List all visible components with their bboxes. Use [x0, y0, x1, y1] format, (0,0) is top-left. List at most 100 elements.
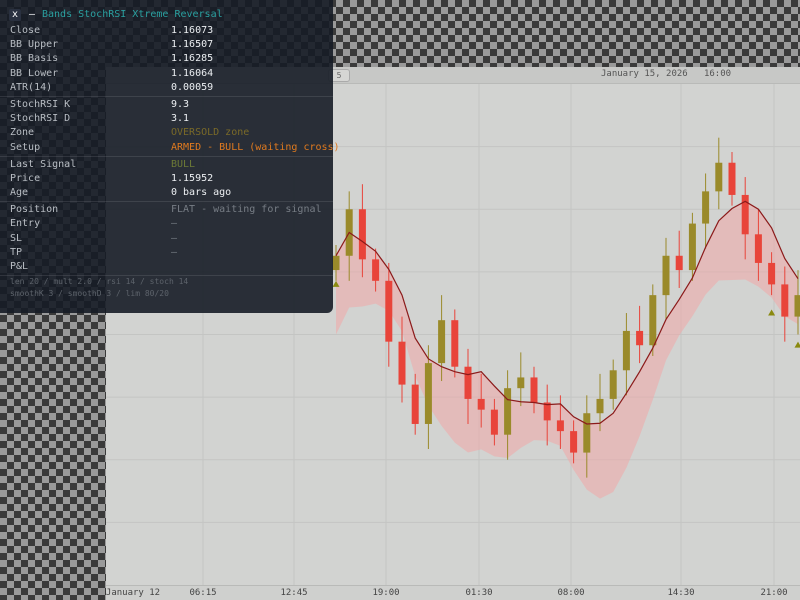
candle-body	[398, 341, 406, 385]
row-value: 0 bars ago	[171, 187, 232, 199]
candle-body	[688, 223, 696, 271]
row-label: Setup	[10, 141, 41, 153]
candle-body	[385, 280, 393, 342]
price-section: Close 1.16073 BB Upper 1.16507 BB Basis 1.1…	[0, 24, 333, 95]
candle-body	[728, 162, 736, 195]
time-tick-label: 12:45	[280, 588, 308, 598]
row-stoch-d: StochRSI D 3.1	[0, 112, 333, 126]
candle-body	[556, 420, 564, 432]
row-value: 1.16064	[171, 67, 214, 79]
row-signal-price: Price 1.15952	[0, 172, 333, 186]
divider	[0, 201, 333, 203]
candle-body	[411, 384, 419, 424]
bull-signal-marker	[794, 341, 800, 348]
row-signal-age: Age 0 bars ago	[0, 186, 333, 200]
candle-body	[451, 320, 459, 367]
candle-body	[636, 330, 644, 346]
row-value: BULL	[171, 158, 196, 170]
candle-body	[490, 409, 498, 435]
row-label: Price	[10, 172, 41, 184]
row-position: Position FLAT - waiting for signal	[0, 203, 333, 217]
row-tp: TP –	[0, 246, 333, 260]
row-value: –	[171, 246, 178, 258]
time-tick-label: 08:00	[557, 588, 585, 598]
candle-body	[358, 209, 366, 260]
candle-body	[477, 398, 485, 410]
row-label: TP	[10, 246, 23, 258]
divider	[0, 275, 333, 277]
row-label: StochRSI K	[10, 98, 71, 110]
candle-body	[754, 234, 762, 263]
row-zone: Zone OVERSOLD zone	[0, 126, 333, 140]
time-tick-label: 19:00	[372, 588, 400, 598]
candle-body	[504, 388, 512, 435]
row-value: 0.00059	[171, 81, 214, 93]
time-tick-label: 06:15	[189, 588, 217, 598]
time-tick-label: 14:30	[667, 588, 695, 598]
row-value: 1.16285	[171, 53, 214, 65]
candle-body	[781, 284, 789, 317]
row-value: FLAT - waiting for signal	[171, 204, 322, 216]
candle-body	[622, 330, 630, 371]
candle-body	[372, 259, 380, 281]
candle-body	[662, 255, 670, 296]
row-last-signal: Last Signal BULL	[0, 158, 333, 172]
row-close: Close 1.16073	[0, 24, 333, 38]
row-label: Zone	[10, 127, 35, 139]
candle-body	[530, 377, 538, 403]
params-line: smoothK 3 / smoothD 3 / lim 80/20	[10, 289, 169, 299]
row-label: StochRSI D	[10, 113, 71, 125]
row-label: Last Signal	[10, 158, 77, 170]
candle-body	[332, 255, 340, 271]
row-value: 1.15952	[171, 172, 214, 184]
indicator-info-panel: x – Bands StochRSI Xtreme Reversal Close…	[0, 0, 340, 313]
candle-body	[794, 295, 800, 317]
panel-title-bar: x – Bands StochRSI Xtreme Reversal	[0, 0, 333, 24]
close-button[interactable]: x	[9, 9, 21, 21]
row-label: P&L	[10, 261, 29, 272]
time-tick-label: 21:00	[760, 588, 788, 598]
row-value: 3.1	[171, 113, 190, 125]
time-axis: January 12 06:15 12:45 19:00 01:30 08:00 14:30…	[106, 585, 800, 600]
row-value: OVERSOLD zone	[171, 127, 250, 139]
panel-title: Bands StochRSI Xtreme Reversal	[42, 9, 223, 20]
row-stoch-k: StochRSI K 9.3	[0, 98, 333, 112]
row-value: 1.16507	[171, 39, 214, 51]
candle-body	[583, 413, 591, 453]
row-label: Close	[10, 25, 41, 36]
row-bb-lower: BB Lower 1.16064	[0, 67, 333, 81]
candle-body	[715, 162, 723, 192]
candle-body	[596, 398, 604, 414]
candle-body	[609, 370, 617, 399]
time-tick-label: January 12	[106, 588, 161, 598]
row-label: Age	[10, 187, 29, 199]
row-atr: ATR(14) 0.00059	[0, 81, 333, 95]
row-value: ARMED - BULL (waiting cross)	[171, 141, 340, 153]
row-value: 1.16073	[171, 25, 214, 36]
signal-section: Last Signal BULL Price 1.15952 Age 0 bars a…	[0, 158, 333, 201]
position-section: Position FLAT - waiting for signal Entry –…	[0, 203, 333, 274]
candle-body	[570, 431, 578, 453]
candle-body	[702, 191, 710, 224]
minimize-button[interactable]: –	[27, 9, 37, 21]
row-value: –	[171, 218, 178, 230]
row-setup: Setup ARMED - BULL (waiting cross)	[0, 141, 340, 155]
row-sl: SL –	[0, 232, 333, 246]
row-pnl: P&L	[0, 260, 333, 274]
candle-body	[649, 295, 657, 346]
row-entry: Entry –	[0, 217, 333, 231]
candle-body	[438, 320, 446, 364]
stoch-section: StochRSI K 9.3 StochRSI D 3.1 Zone OVERSOLD…	[0, 98, 340, 155]
row-bb-basis: BB Basis 1.16285	[0, 52, 333, 66]
row-bb-upper: BB Upper 1.16507	[0, 38, 333, 52]
row-value: –	[171, 232, 178, 244]
row-label: Entry	[10, 218, 41, 230]
divider	[0, 95, 333, 97]
divider	[0, 155, 333, 157]
candle-body	[768, 262, 776, 285]
candle-body	[464, 366, 472, 399]
candle-body	[675, 255, 683, 271]
row-label: BB Lower	[10, 67, 59, 79]
row-value: 9.3	[171, 98, 190, 110]
time-tick-label: 01:30	[465, 588, 493, 598]
